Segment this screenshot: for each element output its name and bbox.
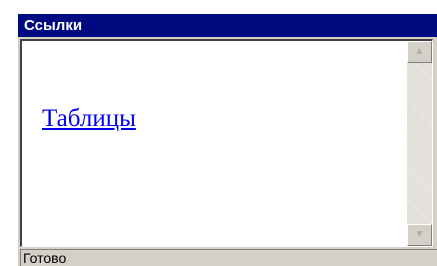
tables-link[interactable]: Таблицы — [42, 105, 136, 133]
status-bar: Готово — [20, 249, 437, 266]
document-area: Таблицы — [22, 41, 407, 246]
links-window: Ссылки Таблицы ▲ ▼ Готово — [18, 14, 437, 266]
scroll-up-arrow-icon[interactable]: ▲ — [407, 41, 432, 63]
vertical-scrollbar[interactable]: ▲ ▼ — [407, 41, 432, 246]
content-pane: Таблицы ▲ ▼ — [20, 39, 433, 247]
scroll-down-arrow-icon[interactable]: ▼ — [407, 224, 432, 246]
window-title: Ссылки — [18, 14, 437, 37]
